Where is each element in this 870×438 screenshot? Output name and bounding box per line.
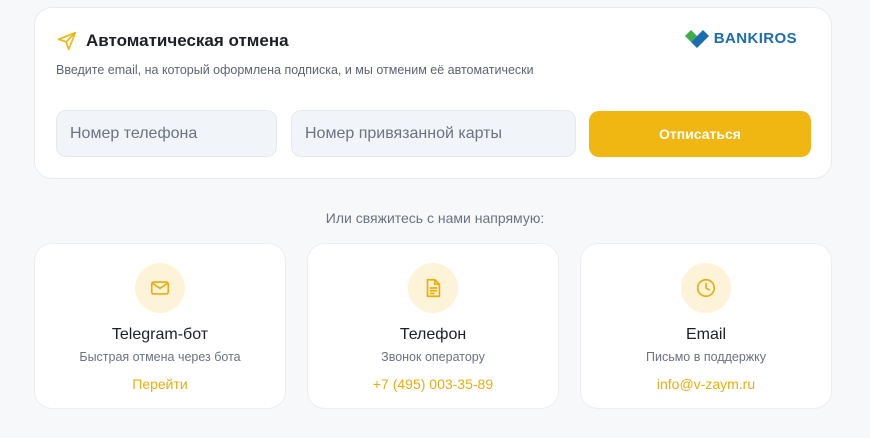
contact-title: Telegram-бот bbox=[111, 326, 209, 343]
document-icon bbox=[408, 263, 458, 313]
contact-subtitle: Быстрая отмена через бота bbox=[79, 350, 241, 364]
contact-subtitle: Письмо в поддержку bbox=[645, 350, 767, 364]
send-icon bbox=[56, 30, 78, 52]
bankiros-logo-icon bbox=[684, 30, 709, 48]
auto-cancel-subtitle: Введите email, на который оформлена подп… bbox=[56, 63, 534, 77]
mail-icon bbox=[135, 263, 185, 313]
contact-title: Телефон bbox=[399, 326, 467, 343]
contact-heading: Или свяжитесь с нами напрямую: bbox=[325, 210, 545, 226]
contact-card-phone: Телефон Звонок оператору +7 (495) 003-35… bbox=[307, 243, 559, 409]
contact-card-email: Email Письмо в поддержку info@v-zaym.ru bbox=[580, 243, 832, 409]
clock-icon bbox=[681, 263, 731, 313]
contact-card-telegram: Telegram-бот Быстрая отмена через бота П… bbox=[34, 243, 286, 409]
contact-title: Email bbox=[685, 326, 726, 343]
contact-subtitle: Звонок оператору bbox=[381, 350, 485, 364]
bankiros-logo: BANKIROS bbox=[684, 27, 797, 49]
phone-input[interactable] bbox=[56, 110, 277, 157]
auto-cancel-title: Автоматическая отмена bbox=[86, 31, 289, 50]
auto-cancel-header: Автоматическая отмена bbox=[56, 30, 289, 52]
telegram-link[interactable]: Перейти bbox=[35, 376, 285, 392]
card-number-input[interactable] bbox=[291, 110, 576, 157]
phone-link[interactable]: +7 (495) 003-35-89 bbox=[308, 376, 558, 392]
email-link[interactable]: info@v-zaym.ru bbox=[581, 376, 831, 392]
auto-cancel-card: Автоматическая отмена Введите email, на … bbox=[34, 7, 832, 179]
unsubscribe-button[interactable]: Отписаться bbox=[589, 111, 811, 157]
bankiros-logo-text: BANKIROS bbox=[713, 29, 797, 47]
